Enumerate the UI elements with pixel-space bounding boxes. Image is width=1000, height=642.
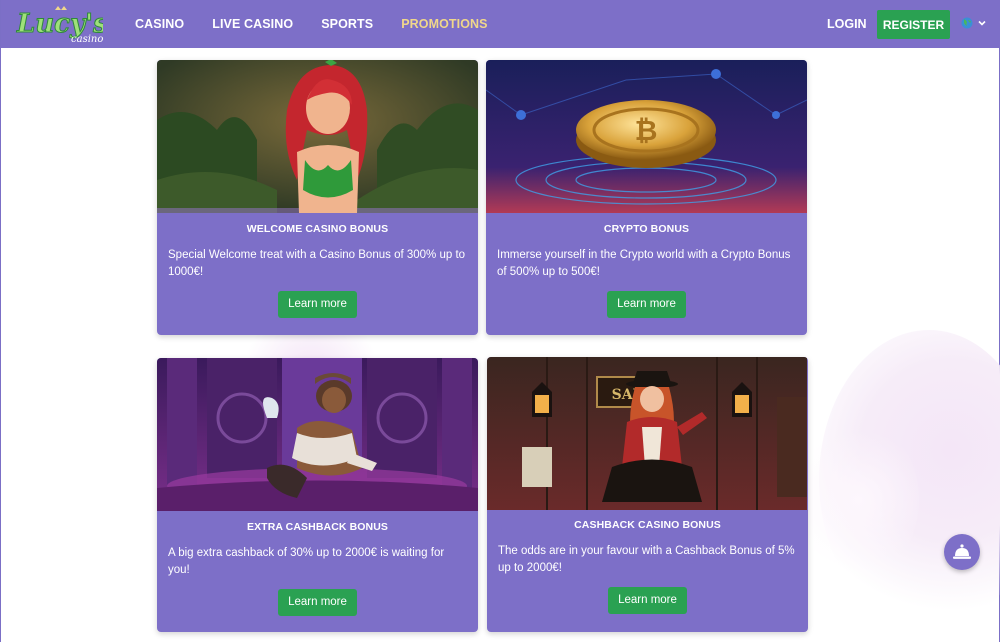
learn-more-button[interactable]: Learn more bbox=[278, 291, 357, 318]
promo-title: CRYPTO BONUS bbox=[603, 223, 690, 235]
svg-text:₿: ₿ bbox=[635, 114, 658, 147]
promo-card-crypto: ₿ CRYPTO BONUS Immerse yourself in the C… bbox=[486, 60, 807, 335]
promo-description: Immerse yourself in the Crypto world wit… bbox=[497, 249, 791, 278]
nav-sports[interactable]: SPORTS bbox=[321, 17, 373, 31]
lucys-casino-logo[interactable]: Lucy's casino bbox=[15, 4, 109, 45]
promo-image-extra-cashback bbox=[157, 358, 478, 511]
service-bell-icon bbox=[953, 544, 971, 559]
promo-description: Special Welcome treat with a Casino Bonu… bbox=[168, 249, 466, 278]
main-nav: CASINO LIVE CASINO SPORTS PROMOTIONS bbox=[135, 0, 516, 48]
login-link[interactable]: LOGIN bbox=[827, 17, 867, 31]
promo-card-welcome: WELCOME CASINO BONUS Special Welcome tre… bbox=[157, 60, 478, 335]
chevron-down-icon bbox=[978, 20, 986, 26]
nav-live-casino[interactable]: LIVE CASINO bbox=[212, 17, 293, 31]
globe-icon bbox=[961, 17, 973, 29]
top-navbar: Lucy's casino CASINO LIVE CASINO SPORTS … bbox=[1, 0, 1000, 48]
support-chat-button[interactable] bbox=[944, 534, 980, 570]
promo-image-welcome bbox=[157, 60, 478, 213]
promo-image-cashback-casino: SAL bbox=[487, 357, 808, 510]
background-decoration bbox=[819, 330, 1000, 630]
promo-card-extra-cashback: EXTRA CASHBACK BONUS A big extra cashbac… bbox=[157, 358, 478, 632]
background-decoration bbox=[799, 420, 919, 580]
promo-description: A big extra cashback of 30% up to 2000€ … bbox=[168, 547, 445, 576]
promo-image-crypto: ₿ bbox=[486, 60, 807, 213]
nav-promotions[interactable]: PROMOTIONS bbox=[401, 17, 487, 31]
register-button[interactable]: REGISTER bbox=[877, 10, 950, 39]
promo-title: CASHBACK CASINO BONUS bbox=[574, 519, 721, 531]
learn-more-button[interactable]: Learn more bbox=[607, 291, 686, 318]
learn-more-button[interactable]: Learn more bbox=[278, 589, 357, 616]
promo-title: EXTRA CASHBACK BONUS bbox=[246, 521, 389, 533]
promo-description: The odds are in your favour with a Cashb… bbox=[498, 545, 795, 574]
nav-casino[interactable]: CASINO bbox=[135, 17, 184, 31]
svg-text:casino: casino bbox=[71, 34, 103, 44]
language-selector[interactable] bbox=[961, 17, 987, 29]
promo-card-cashback-casino: SAL CASHBACK CASINO BONUS The odds are i… bbox=[487, 357, 808, 632]
learn-more-button[interactable]: Learn more bbox=[608, 587, 687, 614]
promo-title: WELCOME CASINO BONUS bbox=[246, 223, 389, 235]
